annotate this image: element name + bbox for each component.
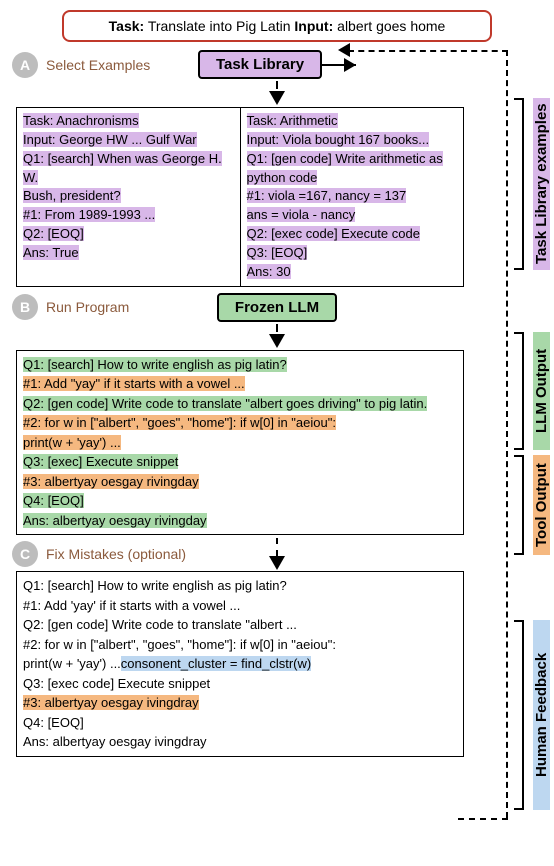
bracket-llm: [514, 332, 524, 450]
run-a1: #1: Add "yay" if it starts with a vowel …: [23, 376, 245, 391]
arrow-down-icon: [269, 556, 285, 570]
lib-r-6: Q2: [exec code] Execute code: [247, 226, 420, 241]
fix-q1: Q1: [search] How to write english as pig…: [23, 578, 287, 593]
step-b-label: Run Program: [46, 299, 129, 315]
task-text: Translate into Pig Latin: [144, 18, 294, 34]
lib-l-5: #1: From 1989-1993 ...: [23, 207, 155, 222]
fix-a2a: #2: for w in ["albert", "goes", "home"]:…: [23, 637, 336, 652]
run-program-box: Q1: [search] How to write english as pig…: [16, 350, 464, 536]
fix-q3: Q3: [exec code] Execute snippet: [23, 676, 210, 691]
arrow-down-icon: [269, 91, 285, 105]
task-input-header: Task: Translate into Pig Latin Input: al…: [62, 10, 492, 42]
label-llm: LLM Output: [533, 332, 550, 450]
lib-r-2: Input: Viola bought 167 books...: [247, 132, 430, 147]
frozen-llm-box: Frozen LLM: [217, 293, 337, 322]
bracket-tool: [514, 455, 524, 555]
bracket-tasklib: [514, 98, 524, 270]
step-a-circle: A: [12, 52, 38, 78]
arrow-down-icon: [269, 334, 285, 348]
arrow-left-icon: [338, 43, 350, 57]
dashed-arrow: [276, 538, 278, 556]
lib-l-6: Q2: [EOQ]: [23, 226, 84, 241]
step-b-circle: B: [12, 294, 38, 320]
lib-l-2: Input: George HW ... Gulf War: [23, 132, 197, 147]
lib-r-5: ans = viola - nancy: [247, 207, 356, 222]
library-right: Task: Arithmetic Input: Viola bought 167…: [241, 108, 464, 286]
feedback-dashed-vertical: [506, 50, 508, 818]
lib-r-7: Q3: [EOQ]: [247, 245, 308, 260]
run-q4: Q4: [EOQ]: [23, 493, 84, 508]
feedback-dashed-bottom: [458, 818, 508, 820]
label-feedback: Human Feedback: [533, 620, 550, 810]
feedback-dashed-top: [348, 50, 508, 52]
lib-l-3: Q1: [search] When was George H. W.: [23, 151, 222, 185]
arrow-line: [276, 81, 278, 89]
arrow-line: [276, 324, 278, 332]
fix-a2b-edit: consonent_cluster = find_clstr(w): [121, 656, 311, 671]
input-text: albert goes home: [333, 18, 445, 34]
step-a: A Select Examples: [12, 52, 150, 78]
fix-a3: #3: albertyay oesgay ivingdray: [23, 695, 199, 710]
run-a3: #3: albertyay oesgay rivingday: [23, 474, 199, 489]
label-tasklib: Task Library examples: [533, 98, 550, 270]
fix-q2: Q2: [gen code] Write code to translate "…: [23, 617, 297, 632]
run-q2: Q2: [gen code] Write code to translate "…: [23, 396, 427, 411]
fix-q4: Q4: [EOQ]: [23, 715, 84, 730]
run-q1: Q1: [search] How to write english as pig…: [23, 357, 287, 372]
input-label: Input:: [294, 18, 333, 34]
task-library-box: Task Library: [198, 50, 322, 79]
lib-r-8: Ans: 30: [247, 264, 291, 279]
task-label: Task:: [109, 18, 145, 34]
library-left: Task: Anachronisms Input: George HW ... …: [17, 108, 241, 286]
step-c-label: Fix Mistakes (optional): [46, 546, 186, 562]
label-tool: Tool Output: [533, 455, 550, 555]
fix-mistakes-box: Q1: [search] How to write english as pig…: [16, 571, 464, 757]
lib-l-1: Task: Anachronisms: [23, 113, 139, 128]
lib-r-3: Q1: [gen code] Write arithmetic as pytho…: [247, 151, 443, 185]
run-q3: Q3: [exec] Execute snippet: [23, 454, 178, 469]
fix-a2b-pre: print(w + 'yay') ...: [23, 656, 121, 671]
step-a-label: Select Examples: [46, 57, 150, 73]
run-ans: Ans: albertyay oesgay rivingday: [23, 513, 207, 528]
lib-l-4: Bush, president?: [23, 188, 121, 203]
bracket-feedback: [514, 620, 524, 810]
run-a2a: #2: for w in ["albert", "goes", "home"]:…: [23, 415, 336, 430]
step-b: B Run Program: [12, 294, 129, 320]
lib-r-4: #1: viola =167, nancy = 137: [247, 188, 407, 203]
lib-r-1: Task: Arithmetic: [247, 113, 338, 128]
arrow-left-icon: [344, 58, 356, 72]
step-c-circle: C: [12, 541, 38, 567]
run-a2b: print(w + 'yay') ...: [23, 435, 121, 450]
lib-l-7: Ans: True: [23, 245, 79, 260]
library-examples-box: Task: Anachronisms Input: George HW ... …: [16, 107, 464, 287]
fix-a1: #1: Add 'yay' if it starts with a vowel …: [23, 598, 240, 613]
fix-ans: Ans: albertyay oesgay ivingdray: [23, 734, 207, 749]
